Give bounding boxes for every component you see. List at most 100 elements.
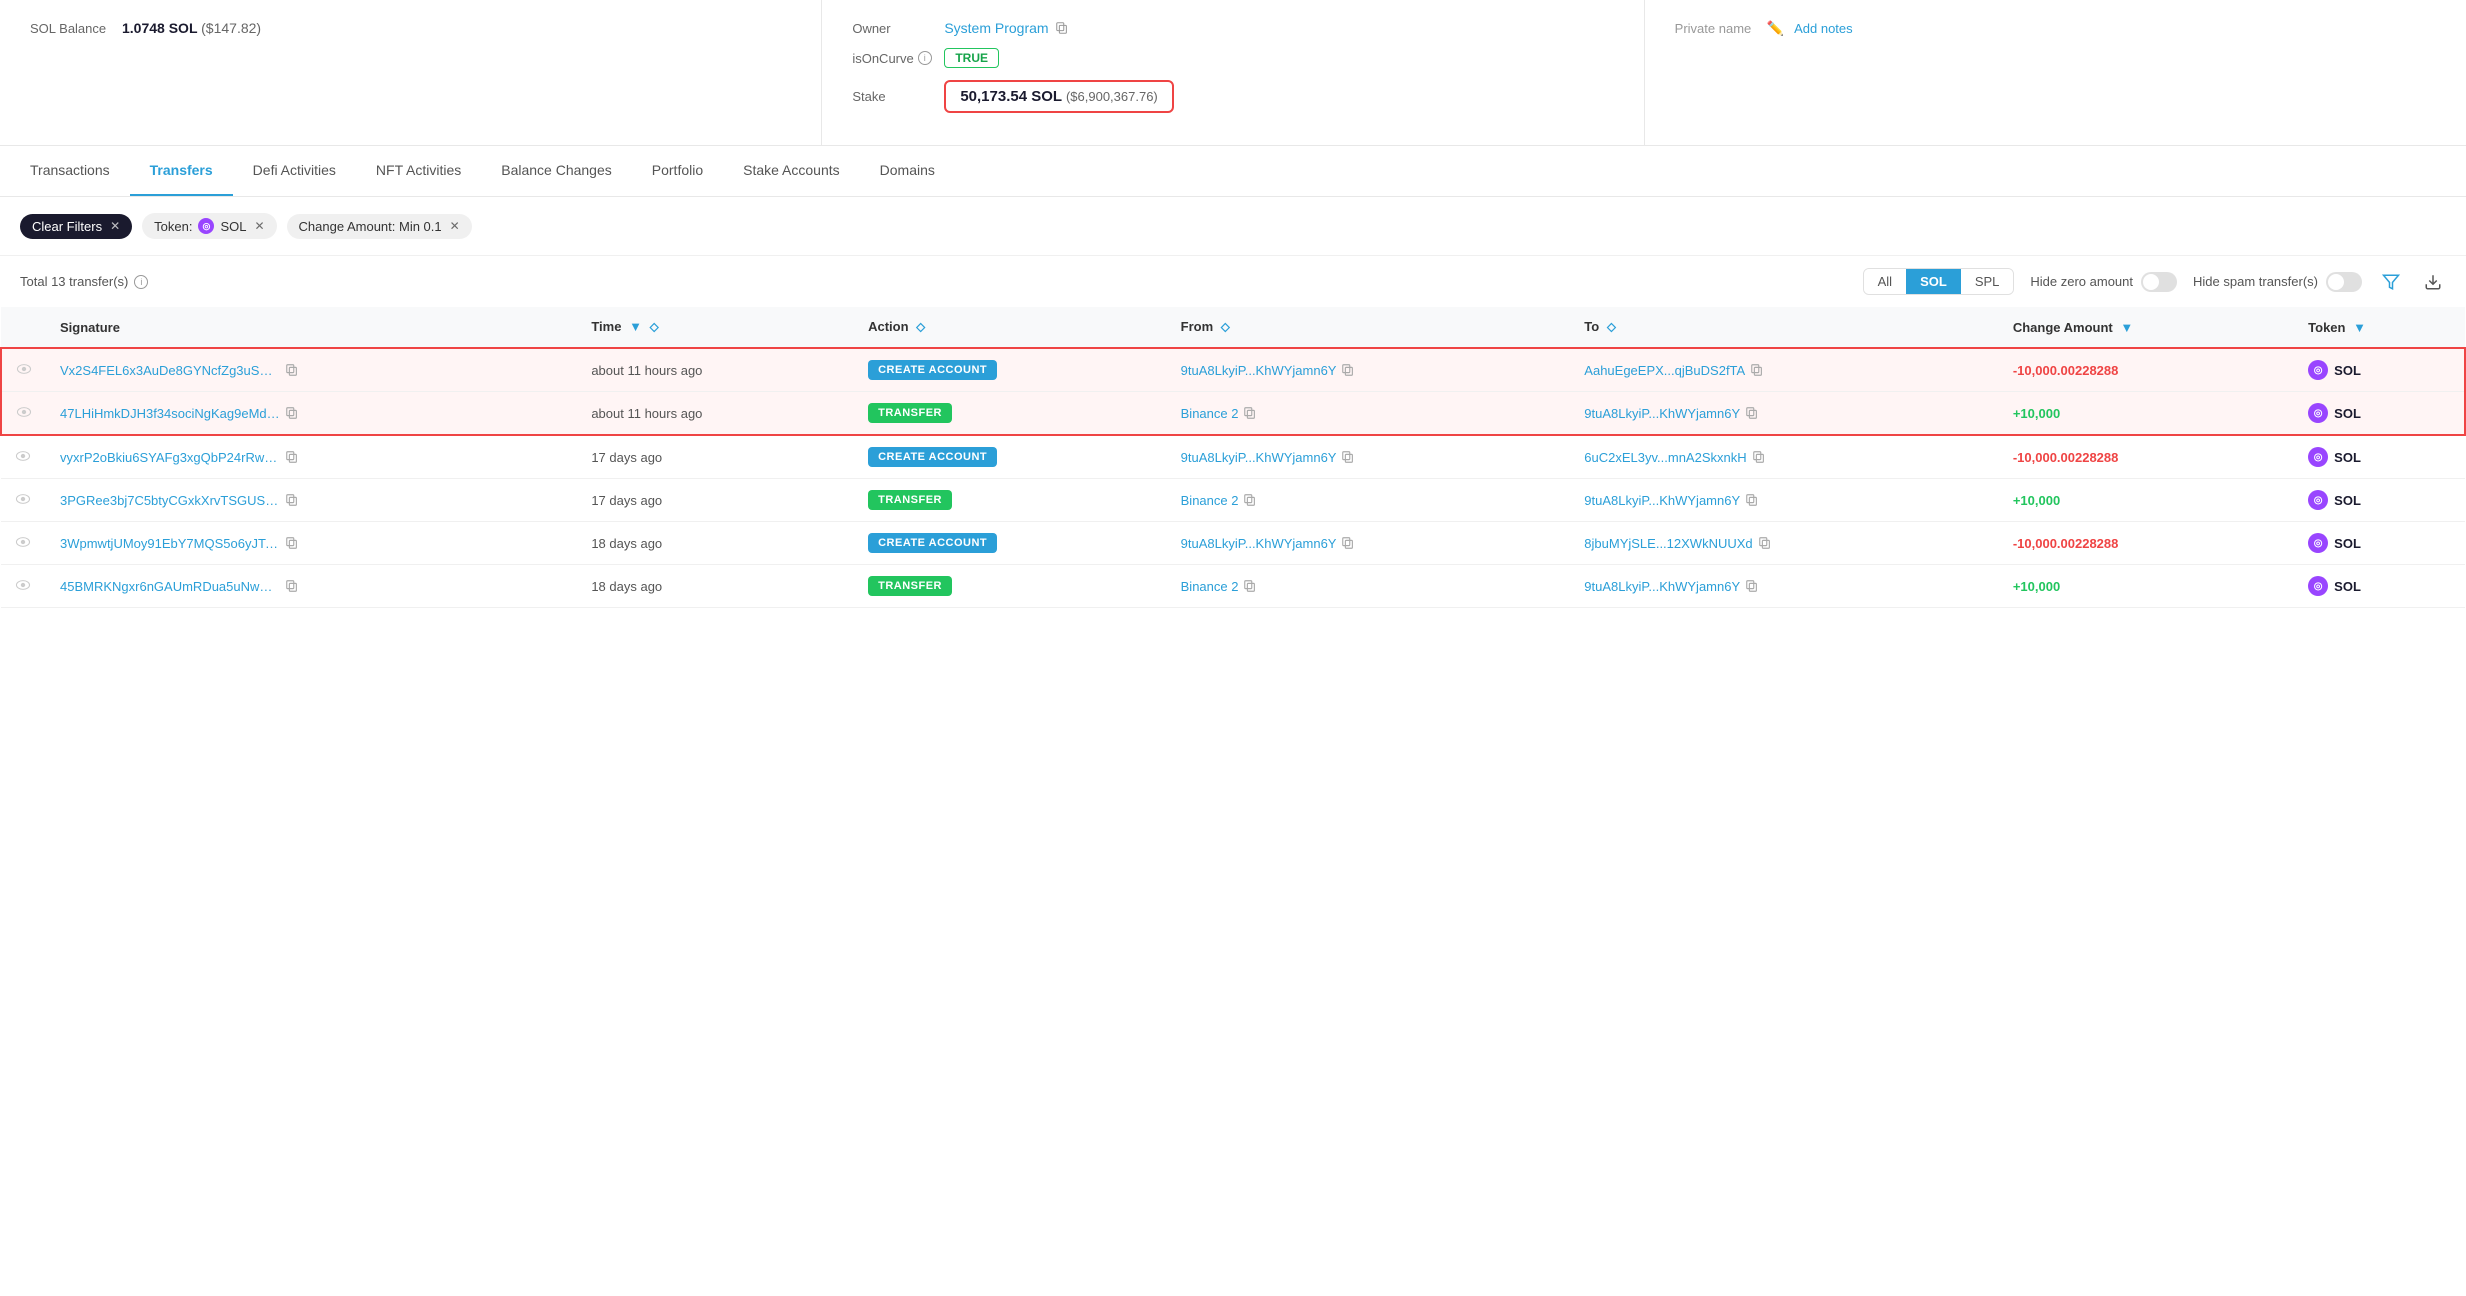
eye-icon[interactable] xyxy=(16,406,32,421)
eye-icon[interactable] xyxy=(15,450,31,465)
copy-icon[interactable] xyxy=(285,536,299,550)
copy-icon[interactable] xyxy=(1341,363,1355,377)
hide-spam-toggle[interactable] xyxy=(2326,272,2362,292)
eye-icon[interactable] xyxy=(15,536,31,551)
token-value: ◎ SOL xyxy=(2308,403,2450,423)
to-address[interactable]: 6uC2xEL3yv...mnA2SkxnkH xyxy=(1584,450,1746,465)
copy-icon[interactable] xyxy=(285,406,299,420)
to-address[interactable]: 9tuA8LkyiP...KhWYjamn6Y xyxy=(1584,493,1740,508)
from-filter-icon[interactable]: ⬦ xyxy=(1221,319,1230,334)
copy-icon[interactable] xyxy=(1745,406,1759,420)
copy-icon[interactable] xyxy=(285,579,299,593)
col-eye xyxy=(1,307,46,348)
from-address[interactable]: Binance 2 xyxy=(1181,406,1239,421)
action-badge: CREATE ACCOUNT xyxy=(868,447,997,467)
copy-icon[interactable] xyxy=(1745,579,1759,593)
to-address[interactable]: 9tuA8LkyiP...KhWYjamn6Y xyxy=(1584,406,1740,421)
copy-icon[interactable] xyxy=(1243,579,1257,593)
eye-icon[interactable] xyxy=(15,493,31,508)
tab-transfers[interactable]: Transfers xyxy=(130,146,233,196)
to-address[interactable]: 9tuA8LkyiP...KhWYjamn6Y xyxy=(1584,579,1740,594)
signature-link[interactable]: vyxrP2oBkiu6SYAFg3xgQbP24rRwPk3PoKgqQrjt… xyxy=(60,450,280,465)
action-filter-icon[interactable]: ⬦ xyxy=(916,319,925,334)
signature-link[interactable]: 45BMRKNgxr6nGAUmRDua5uNwGqGytgyfqLndx... xyxy=(60,579,280,594)
change-amount-cell: -10,000.00228288 xyxy=(1999,522,2294,565)
isoncurve-value: TRUE xyxy=(944,48,999,68)
change-amount-cell: +10,000 xyxy=(1999,479,2294,522)
from-address[interactable]: 9tuA8LkyiP...KhWYjamn6Y xyxy=(1181,536,1337,551)
from-address[interactable]: Binance 2 xyxy=(1181,493,1239,508)
from-address[interactable]: 9tuA8LkyiP...KhWYjamn6Y xyxy=(1181,363,1337,378)
tab-domains[interactable]: Domains xyxy=(860,146,955,196)
action-cell: TRANSFER xyxy=(854,479,1167,522)
eye-icon[interactable] xyxy=(15,579,31,594)
table-header-row: Signature Time ▼ ⬦ Action ⬦ From ⬦ To xyxy=(1,307,2465,348)
copy-icon[interactable] xyxy=(1752,450,1766,464)
clear-filters-x[interactable]: ✕ xyxy=(110,219,120,233)
middle-card: Owner System Program isOnCurve i TRUE St… xyxy=(822,0,1644,145)
owner-value[interactable]: System Program xyxy=(944,20,1068,36)
time-sort-icon[interactable]: ▼ xyxy=(629,319,642,334)
to-address[interactable]: AahuEgeEPX...qjBuDS2fTA xyxy=(1584,363,1745,378)
filter-icon-btn[interactable] xyxy=(2378,269,2404,295)
tab-stake[interactable]: Stake Accounts xyxy=(723,146,860,196)
copy-icon[interactable] xyxy=(1055,21,1069,35)
sol-btn[interactable]: SOL xyxy=(1906,269,1961,294)
eye-cell xyxy=(1,435,46,479)
col-to: To ⬦ xyxy=(1570,307,1999,348)
time-cell: 18 days ago xyxy=(577,522,854,565)
transfers-table-container: Signature Time ▼ ⬦ Action ⬦ From ⬦ To xyxy=(0,307,2466,608)
token-cell: ◎ SOL xyxy=(2294,565,2465,608)
table-row: 45BMRKNgxr6nGAUmRDua5uNwGqGytgyfqLndx...… xyxy=(1,565,2465,608)
col-action: Action ⬦ xyxy=(854,307,1167,348)
to-filter-icon[interactable]: ⬦ xyxy=(1607,319,1616,334)
token-filter-chip[interactable]: Token: ◎ SOL ✕ xyxy=(142,213,276,239)
change-amount-x[interactable]: ✕ xyxy=(450,219,460,233)
download-icon-btn[interactable] xyxy=(2420,269,2446,295)
amount-filter-icon[interactable]: ▼ xyxy=(2120,320,2133,335)
tab-defi[interactable]: Defi Activities xyxy=(233,146,356,196)
copy-icon[interactable] xyxy=(285,450,299,464)
signature-link[interactable]: 3PGRee3bj7C5btyCGxkXrvTSGUSP9fNJa6aviiUG… xyxy=(60,493,280,508)
to-cell: AahuEgeEPX...qjBuDS2fTA xyxy=(1570,348,1999,392)
all-btn[interactable]: All xyxy=(1864,269,1906,294)
signature-link[interactable]: Vx2S4FEL6x3AuDe8GYNcfZg3uSU3i6G1yCzWm5d.… xyxy=(60,363,280,378)
time-filter-icon[interactable]: ⬦ xyxy=(650,319,659,334)
info-icon: i xyxy=(918,51,932,65)
download-icon xyxy=(2424,273,2442,291)
copy-icon[interactable] xyxy=(1758,536,1772,550)
tab-balance[interactable]: Balance Changes xyxy=(481,146,632,196)
hide-zero-toggle[interactable] xyxy=(2141,272,2177,292)
signature-link[interactable]: 3WpmwtjUMoy91EbY7MQS5o6yJTA26gnQKsS7V... xyxy=(60,536,280,551)
col-from: From ⬦ xyxy=(1167,307,1571,348)
sol-balance-label: SOL Balance xyxy=(30,21,110,36)
time-cell: 17 days ago xyxy=(577,435,854,479)
stake-value: 50,173.54 SOL ($6,900,367.76) xyxy=(944,80,1173,113)
copy-icon[interactable] xyxy=(1341,450,1355,464)
change-amount-filter-chip[interactable]: Change Amount: Min 0.1 ✕ xyxy=(287,214,472,239)
from-cell: 9tuA8LkyiP...KhWYjamn6Y xyxy=(1167,348,1571,392)
clear-filters-chip[interactable]: Clear Filters ✕ xyxy=(20,214,132,239)
token-filter-icon[interactable]: ▼ xyxy=(2353,320,2366,335)
copy-icon[interactable] xyxy=(1750,363,1764,377)
copy-icon[interactable] xyxy=(1243,406,1257,420)
copy-icon[interactable] xyxy=(285,493,299,507)
tab-transactions[interactable]: Transactions xyxy=(10,146,130,196)
from-address[interactable]: 9tuA8LkyiP...KhWYjamn6Y xyxy=(1181,450,1337,465)
owner-label: Owner xyxy=(852,21,932,36)
token-filter-x[interactable]: ✕ xyxy=(254,219,264,233)
copy-icon[interactable] xyxy=(1243,493,1257,507)
change-amount-value: -10,000.00228288 xyxy=(2013,450,2119,465)
tab-portfolio[interactable]: Portfolio xyxy=(632,146,723,196)
from-address[interactable]: Binance 2 xyxy=(1181,579,1239,594)
spl-btn[interactable]: SPL xyxy=(1961,269,2014,294)
copy-icon[interactable] xyxy=(1341,536,1355,550)
signature-link[interactable]: 47LHiHmkDJH3f34sociNgKag9eMdZjCwwVj3wgS.… xyxy=(60,406,280,421)
copy-icon[interactable] xyxy=(1745,493,1759,507)
sol-icon: ◎ xyxy=(2308,490,2328,510)
add-notes-button[interactable]: ✏️ Add notes xyxy=(1767,20,1853,37)
tab-nft[interactable]: NFT Activities xyxy=(356,146,481,196)
to-address[interactable]: 8jbuMYjSLE...12XWkNUUXd xyxy=(1584,536,1752,551)
copy-icon[interactable] xyxy=(285,363,299,377)
eye-icon[interactable] xyxy=(16,363,32,378)
